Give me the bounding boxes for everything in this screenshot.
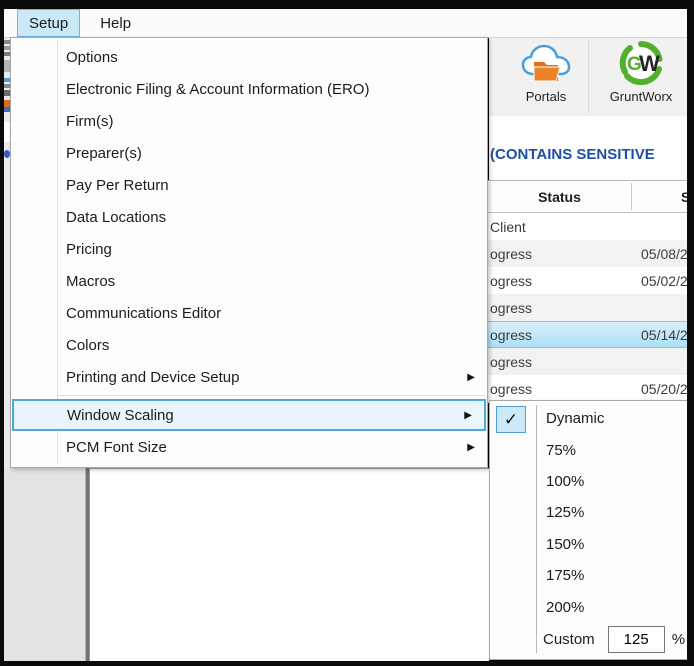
portals-button[interactable]: Portals xyxy=(504,39,588,113)
menu-item-colors[interactable]: Colors xyxy=(11,329,487,361)
sensitive-data-title: (CONTAINS SENSITIVE xyxy=(490,146,655,163)
row-date-cell: 05/14/2 xyxy=(641,326,687,343)
menu-item-label: Pricing xyxy=(66,240,112,258)
menu-item-label: Options xyxy=(66,48,118,66)
main-toolbar: Portals G W GruntWorx xyxy=(489,37,687,117)
menu-item-preparer-s[interactable]: Preparer(s) xyxy=(11,137,487,169)
table-row[interactable]: ogress 05/14/2 xyxy=(488,321,687,348)
table-row[interactable]: Client xyxy=(488,213,687,240)
row-status-cell: Client xyxy=(490,218,526,235)
submenu-item-75[interactable]: 75% xyxy=(490,434,688,465)
table-row[interactable]: ogress 05/02/2 xyxy=(488,267,687,294)
table-header-row: Status S xyxy=(488,181,687,213)
menu-help[interactable]: Help xyxy=(89,9,142,37)
table-row[interactable]: ogress 05/08/2 xyxy=(488,240,687,267)
menu-item-label: Colors xyxy=(66,336,110,354)
window-scaling-submenu: ✓ Dynamic 75% 100% 125% 150% 175% 200% Custom … xyxy=(489,400,689,660)
gruntworx-button[interactable]: G W GruntWorx xyxy=(596,39,686,113)
submenu-item-150[interactable]: 150% xyxy=(490,529,688,560)
menu-item-label: Data Locations xyxy=(66,208,167,226)
menu-item-label: Window Scaling xyxy=(67,406,174,424)
percent-sign: % xyxy=(671,631,686,649)
menu-item-electronic-filing-account-information-ero[interactable]: Electronic Filing & Account Information … xyxy=(11,73,487,105)
menu-item-label: Pay Per Return xyxy=(66,176,169,194)
menu-item-label: Macros xyxy=(66,272,116,290)
check-icon: ✓ xyxy=(496,406,526,433)
menu-item-label: Printing and Device Setup xyxy=(66,368,240,386)
left-panel xyxy=(4,468,85,661)
menu-item-communications-editor[interactable]: Communications Editor xyxy=(11,297,487,329)
menu-item-macros[interactable]: Macros xyxy=(11,265,487,297)
menu-item-label: Firm(s) xyxy=(66,112,114,130)
second-column-header[interactable]: S xyxy=(681,181,687,212)
row-status-cell: ogress xyxy=(490,245,533,262)
submenu-item-125[interactable]: 125% xyxy=(490,497,688,528)
table-row[interactable]: ogress 05/20/2 xyxy=(488,375,687,402)
content-title-band: (CONTAINS SENSITIVE xyxy=(489,116,687,180)
client-status-table: Status S Client ogress 05/08/2 ogress 05/02/… xyxy=(488,180,687,403)
submenu-arrow-icon: ▶ xyxy=(467,371,475,383)
gruntworx-logo: G W xyxy=(615,39,667,87)
menu-item-label: Communications Editor xyxy=(66,304,222,322)
menu-item-label: PCM Font Size xyxy=(66,438,167,456)
row-date-cell: 05/20/2 xyxy=(641,380,687,397)
row-status-cell: ogress xyxy=(490,380,533,397)
portals-label: Portals xyxy=(525,89,567,104)
setup-dropdown-menu: Options Electronic Filing & Account Infor… xyxy=(10,37,488,468)
submenu-arrow-icon: ▶ xyxy=(467,441,475,453)
menu-item-window-scaling[interactable]: Window Scaling ▶ xyxy=(12,399,486,431)
submenu-item-200[interactable]: 200% xyxy=(490,591,688,622)
content-panel xyxy=(89,468,489,662)
submenu-arrow-icon: ▶ xyxy=(464,409,472,421)
gruntworx-label: GruntWorx xyxy=(609,89,673,104)
cloud-folder-icon xyxy=(520,39,572,87)
menu-bar: Setup Help xyxy=(4,9,687,38)
submenu-item-custom[interactable]: Custom % xyxy=(490,623,688,657)
menu-setup[interactable]: Setup xyxy=(17,9,81,37)
row-status-cell: ogress xyxy=(490,326,533,343)
menu-item-data-locations[interactable]: Data Locations xyxy=(11,201,487,233)
menu-item-label: Electronic Filing & Account Information … xyxy=(66,80,370,98)
menu-item-options[interactable]: Options xyxy=(11,41,487,73)
submenu-gutter-line xyxy=(536,405,537,653)
table-row[interactable]: ogress xyxy=(488,348,687,375)
submenu-item-100[interactable]: 100% xyxy=(490,466,688,497)
menu-item-label: Preparer(s) xyxy=(66,144,142,162)
menu-item-pay-per-return[interactable]: Pay Per Return xyxy=(11,169,487,201)
row-status-cell: ogress xyxy=(490,353,533,370)
menu-item-pcm-font-size[interactable]: PCM Font Size ▶ xyxy=(11,431,487,463)
menu-item-pricing[interactable]: Pricing xyxy=(11,233,487,265)
submenu-item-175[interactable]: 175% xyxy=(490,560,688,591)
custom-label: Custom xyxy=(543,631,595,649)
column-divider xyxy=(631,183,632,210)
menu-item-printing-and-device-setup[interactable]: Printing and Device Setup ▶ xyxy=(11,361,487,393)
row-date-cell: 05/02/2 xyxy=(641,272,687,289)
custom-scale-input[interactable] xyxy=(607,626,665,654)
row-status-cell: ogress xyxy=(490,272,533,289)
row-date-cell: 05/08/2 xyxy=(641,245,687,262)
app-window: Portals G W GruntWorx (CONTAINS SENSITIV… xyxy=(0,0,694,666)
table-row[interactable]: ogress xyxy=(488,294,687,321)
row-status-cell: ogress xyxy=(490,299,533,316)
svg-text:W: W xyxy=(639,51,660,76)
menu-item-firm-s[interactable]: Firm(s) xyxy=(11,105,487,137)
toolbar-separator xyxy=(588,40,589,113)
table-body: Client ogress 05/08/2 ogress 05/02/2 ogress og… xyxy=(488,213,687,402)
status-column-header[interactable]: Status xyxy=(488,181,631,212)
